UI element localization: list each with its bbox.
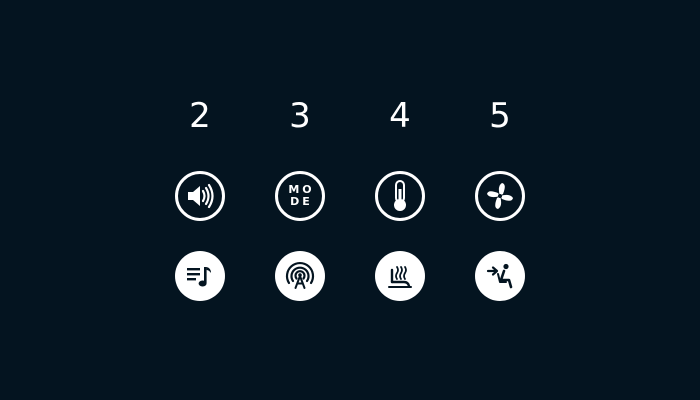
radio-button[interactable] bbox=[275, 251, 325, 301]
fan-button[interactable] bbox=[475, 171, 525, 221]
column-number: 4 bbox=[389, 96, 411, 136]
playlist-button[interactable] bbox=[175, 251, 225, 301]
column-5: 5 bbox=[450, 0, 550, 400]
column-3: 3 MO DE bbox=[250, 0, 350, 400]
column-number: 3 bbox=[289, 96, 311, 136]
column-number: 5 bbox=[489, 96, 511, 136]
heated-seat-icon bbox=[384, 260, 416, 292]
volume-icon bbox=[185, 181, 215, 211]
column-4: 4 bbox=[350, 0, 450, 400]
fan-icon bbox=[484, 180, 516, 212]
mode-label-line2: DE bbox=[290, 195, 313, 208]
seat-airflow-icon bbox=[484, 260, 516, 292]
mode-button[interactable]: MO DE bbox=[275, 171, 325, 221]
mode-icon: MO DE bbox=[288, 184, 314, 208]
volume-button[interactable] bbox=[175, 171, 225, 221]
heated-seat-button[interactable] bbox=[375, 251, 425, 301]
playlist-music-icon bbox=[185, 261, 215, 291]
column-2: 2 bbox=[150, 0, 250, 400]
column-number: 2 bbox=[189, 96, 211, 136]
control-grid: 2 3 MO DE 4 5 bbox=[0, 0, 700, 400]
seat-airflow-button[interactable] bbox=[475, 251, 525, 301]
temperature-button[interactable] bbox=[375, 171, 425, 221]
temperature-icon bbox=[385, 179, 415, 213]
radio-antenna-icon bbox=[283, 259, 317, 293]
